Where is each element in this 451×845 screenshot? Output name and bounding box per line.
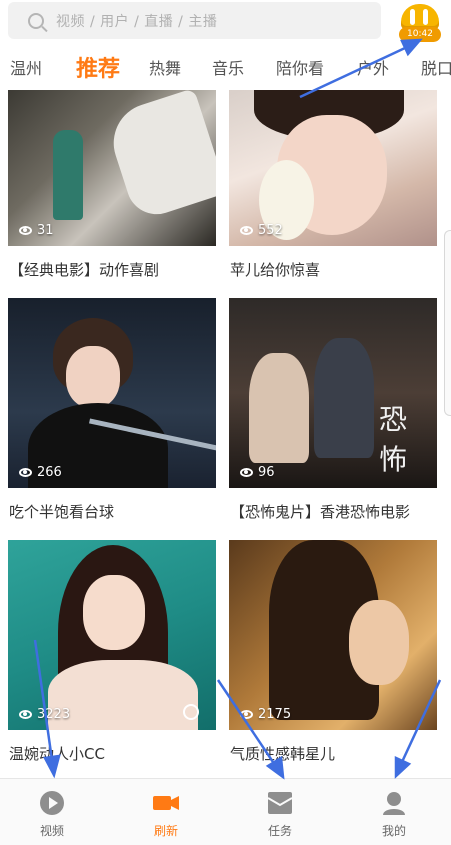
- video-thumbnail[interactable]: 2175: [229, 540, 437, 730]
- side-drawer-handle[interactable]: [444, 230, 451, 416]
- video-card[interactable]: 2175 气质性感韩星儿: [229, 540, 437, 770]
- eye-icon: [19, 226, 32, 235]
- thumbnail-shoulders: [48, 660, 198, 730]
- nav-label: 我的: [381, 824, 406, 838]
- play-circle-icon: [40, 791, 64, 815]
- eye-icon: [240, 710, 253, 719]
- nav-label: 刷新: [153, 824, 178, 838]
- person-icon: [383, 792, 405, 815]
- video-title: 苹儿给你惊喜: [230, 261, 321, 279]
- nav-label: 视频: [39, 824, 64, 838]
- thumbnail-figure: [103, 90, 216, 222]
- video-title: 气质性感韩星儿: [230, 745, 336, 763]
- video-title: 【经典电影】动作喜剧: [9, 261, 160, 279]
- thumbnail-face: [66, 346, 120, 408]
- eye-icon: [19, 468, 32, 477]
- thumbnail-calligraphy: 恐怖: [379, 403, 408, 476]
- tab-watch-with-you[interactable]: 陪你看: [276, 55, 324, 79]
- group-icon: [183, 704, 199, 720]
- nav-item-refresh[interactable]: 刷新: [126, 779, 206, 845]
- eye-icon: [240, 468, 253, 477]
- video-card[interactable]: 3223 温婉动人小CC: [8, 540, 216, 770]
- view-count: 3223: [19, 707, 70, 722]
- video-thumbnail[interactable]: 31: [8, 90, 216, 246]
- tab-music[interactable]: 音乐: [212, 55, 244, 79]
- video-card[interactable]: 552 苹儿给你惊喜: [229, 90, 437, 280]
- envelope-icon: [267, 792, 293, 814]
- nav-item-tasks[interactable]: 任务: [240, 779, 320, 845]
- tab-wenzhou[interactable]: 温州: [10, 55, 42, 79]
- search-bar[interactable]: 视频 / 用户 / 直播 / 主播: [8, 2, 381, 39]
- nav-label: 任务: [267, 824, 292, 838]
- video-title: 【恐怖鬼片】香港恐怖电影: [230, 503, 411, 521]
- video-title: 温婉动人小CC: [9, 745, 105, 763]
- nav-item-video[interactable]: 视频: [12, 779, 92, 845]
- tab-recommend[interactable]: 推荐: [76, 51, 120, 83]
- video-thumbnail[interactable]: 552: [229, 90, 437, 246]
- thumbnail-figure: [53, 130, 83, 220]
- view-count: 266: [19, 465, 62, 480]
- video-thumbnail[interactable]: 恐怖 96: [229, 298, 437, 488]
- thumbnail-face: [349, 600, 409, 685]
- video-card[interactable]: 恐怖 96 【恐怖鬼片】香港恐怖电影: [229, 298, 437, 528]
- bottom-nav: 视频 刷新 任务 我的: [0, 778, 451, 845]
- tab-outdoor[interactable]: 户外: [357, 55, 389, 79]
- video-thumbnail[interactable]: 266: [8, 298, 216, 488]
- view-count: 2175: [240, 707, 291, 722]
- view-count: 31: [19, 223, 54, 238]
- nav-item-me[interactable]: 我的: [354, 779, 434, 845]
- video-card[interactable]: 266 吃个半饱看台球: [8, 298, 216, 528]
- thumbnail-figure: [314, 338, 374, 458]
- category-tabs: 温州 推荐 热舞 音乐 陪你看 户外 脱口: [0, 45, 451, 87]
- eye-icon: [240, 226, 253, 235]
- thumbnail-figure: [249, 353, 309, 463]
- video-card[interactable]: 31 【经典电影】动作喜剧: [8, 90, 216, 280]
- search-placeholder: 视频 / 用户 / 直播 / 主播: [56, 13, 218, 30]
- eye-icon: [19, 710, 32, 719]
- video-title: 吃个半饱看台球: [9, 503, 115, 521]
- tab-dance[interactable]: 热舞: [149, 55, 181, 79]
- search-icon: [28, 12, 44, 29]
- view-count: 552: [240, 223, 283, 238]
- tab-talkshow[interactable]: 脱口: [421, 55, 451, 79]
- thumbnail-face: [83, 575, 145, 650]
- view-count: 96: [240, 465, 275, 480]
- camera-icon: [153, 796, 179, 810]
- live-badge[interactable]: 10:42: [397, 0, 443, 44]
- video-thumbnail[interactable]: 3223: [8, 540, 216, 730]
- live-badge-time: 10:42: [399, 27, 441, 42]
